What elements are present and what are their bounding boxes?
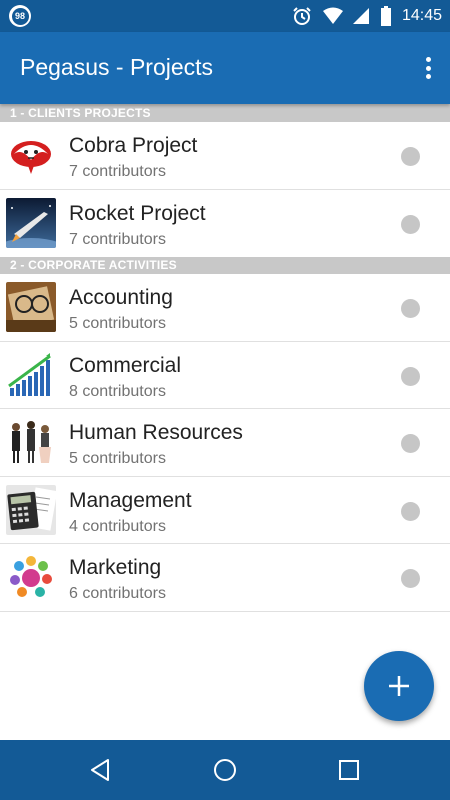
list-item-marketing[interactable]: Marketing 6 contributors (0, 544, 450, 612)
item-contributors: 8 contributors (69, 382, 166, 400)
item-title: Human Resources (69, 421, 243, 444)
item-contributors: 5 contributors (69, 450, 166, 467)
item-contributors: 7 contributors (69, 230, 166, 248)
item-title: Management (69, 488, 192, 512)
list-item-rocket-project[interactable]: Rocket Project 7 contributors (0, 189, 450, 257)
item-contributors: 4 contributors (69, 517, 166, 535)
clock: 14:45 (401, 7, 442, 24)
battery-icon (380, 6, 392, 26)
status-indicator (401, 366, 420, 386)
list-item-cobra-project[interactable]: Cobra Project 7 contributors (0, 122, 450, 190)
section-header-corporate: 2 - CORPORATE ACTIVITIES (0, 257, 450, 274)
item-title: Accounting (69, 286, 173, 309)
status-indicator (401, 147, 420, 166)
status-indicator (401, 214, 420, 234)
status-bar: 98 14:45 (0, 0, 450, 32)
project-list: 1 - CLIENTS PROJECTS Cobra Project 7 con… (0, 104, 450, 612)
business-people-image (6, 417, 56, 467)
list-item-human-resources[interactable]: Human Resources 5 contributors (0, 409, 450, 477)
glasses-documents-image (6, 282, 56, 332)
item-title: Marketing (69, 556, 162, 579)
list-item-commercial[interactable]: Commercial 8 contributors (0, 341, 450, 409)
app-bar: Pegasus - Projects (0, 32, 450, 104)
status-indicator (401, 569, 420, 588)
navigation-bar (0, 740, 450, 800)
status-indicator (401, 299, 420, 318)
cell-signal-icon (352, 7, 370, 25)
growth-chart-image (6, 349, 56, 400)
calculator-image (6, 484, 56, 535)
list-item-accounting[interactable]: Accounting 5 contributors (0, 274, 450, 342)
status-icons: 14:45 (292, 0, 442, 32)
notification-badge: 98 (9, 5, 31, 27)
wifi-icon (322, 7, 344, 25)
rocket-image (6, 197, 56, 248)
item-title: Rocket Project (69, 201, 206, 225)
add-project-button[interactable] (364, 651, 434, 721)
status-indicator (401, 434, 420, 453)
app-screen: 98 14:45 Pegasus - Projects 1 - CLIENTS … (0, 0, 450, 800)
home-icon[interactable] (209, 754, 241, 786)
item-contributors: 6 contributors (69, 585, 166, 602)
status-indicator (401, 501, 420, 521)
cobra-logo (6, 130, 56, 180)
section-header-clients: 1 - CLIENTS PROJECTS (0, 104, 450, 122)
plus-icon (389, 676, 409, 696)
list-item-management[interactable]: Management 4 contributors (0, 476, 450, 544)
page-title: Pegasus - Projects (20, 54, 214, 80)
notification-badge-count: 98 (11, 7, 29, 25)
item-contributors: 5 contributors (69, 315, 166, 332)
item-title: Cobra Project (69, 134, 198, 157)
back-icon[interactable] (84, 754, 116, 786)
alarm-icon (292, 6, 312, 26)
item-contributors: 7 contributors (69, 163, 166, 180)
recents-icon[interactable] (333, 754, 365, 786)
item-title: Commercial (69, 353, 182, 377)
marketing-icons-image (6, 552, 56, 602)
overflow-menu-icon[interactable] (418, 54, 438, 82)
